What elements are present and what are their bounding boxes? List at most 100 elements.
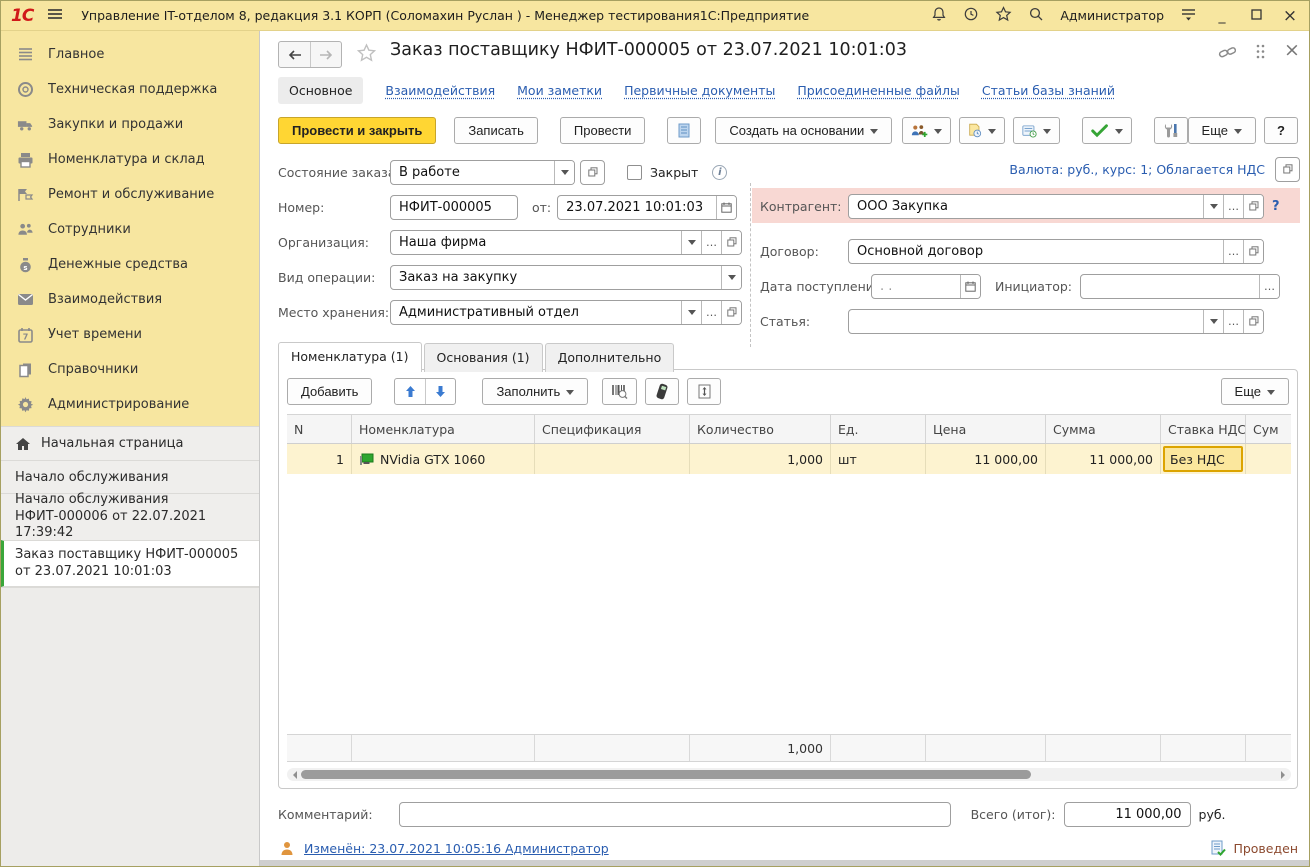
article-select[interactable]: … xyxy=(848,309,1264,334)
notifications-icon[interactable] xyxy=(931,6,947,26)
favorite-star-icon[interactable] xyxy=(356,43,377,67)
cell-nomenclature[interactable]: NVidia GTX 1060 xyxy=(351,444,534,474)
column-header-specification[interactable]: Спецификация xyxy=(534,415,689,443)
closed-checkbox[interactable] xyxy=(627,165,642,180)
cell-n[interactable]: 1 xyxy=(287,444,351,474)
sidebar-item-support[interactable]: Техническая поддержка xyxy=(1,72,259,107)
move-down-button[interactable] xyxy=(425,379,455,404)
tab-additional[interactable]: Дополнительно xyxy=(545,343,675,372)
barcode-search-button[interactable] xyxy=(602,378,637,405)
favorites-icon[interactable] xyxy=(995,6,1012,26)
add-row-button[interactable]: Добавить xyxy=(287,378,372,405)
sidebar-item-interactions[interactable]: Взаимодействия xyxy=(1,282,259,317)
subordination-structure-button[interactable] xyxy=(667,117,701,144)
open-currency-button[interactable] xyxy=(1275,157,1300,182)
scroll-right-arrow[interactable] xyxy=(1281,771,1289,779)
open-state-button[interactable] xyxy=(580,160,605,185)
selected-cell[interactable]: Без НДС xyxy=(1163,446,1243,472)
column-header-vat-amount[interactable]: Сум xyxy=(1245,415,1291,443)
contract-select[interactable]: Основной договор … xyxy=(848,239,1264,264)
sidebar-item-main[interactable]: Главное xyxy=(1,37,259,72)
storage-select[interactable]: Административный отдел … xyxy=(390,300,742,325)
tab-primary-documents[interactable]: Первичные документы xyxy=(624,83,775,98)
number-input[interactable]: НФИТ-000005 xyxy=(390,195,518,220)
sidebar-item-administration[interactable]: Администрирование xyxy=(1,387,259,422)
choose-button[interactable]: … xyxy=(701,301,721,324)
sidebar-item-purchases[interactable]: Закупки и продажи xyxy=(1,107,259,142)
column-header-vat-rate[interactable]: Ставка НДС xyxy=(1160,415,1245,443)
sidebar-item-repair[interactable]: Ремонт и обслуживание xyxy=(1,177,259,212)
dropdown-button[interactable] xyxy=(681,231,701,254)
sidebar-item-employees[interactable]: Сотрудники xyxy=(1,212,259,247)
post-button[interactable]: Провести xyxy=(560,117,646,144)
date-input[interactable]: 23.07.2021 10:01:03 xyxy=(557,195,737,220)
dropdown-button[interactable] xyxy=(1203,310,1223,333)
tab-attached-files[interactable]: Присоединенные файлы xyxy=(797,83,960,98)
tab-main[interactable]: Основное xyxy=(278,77,363,104)
tab-nomenclature[interactable]: Номенклатура (1) xyxy=(278,342,422,372)
currency-link[interactable]: Валюта: руб., курс: 1; Облагается НДС xyxy=(1009,162,1265,177)
choose-button[interactable]: … xyxy=(1223,310,1243,333)
sidebar-item-money[interactable]: s Денежные средства xyxy=(1,247,259,282)
open-button[interactable] xyxy=(1243,310,1263,333)
check-availability-button[interactable] xyxy=(1082,117,1131,144)
choose-button[interactable]: … xyxy=(1259,275,1279,298)
create-based-on-button[interactable]: Создать на основании xyxy=(715,117,892,144)
modified-link[interactable]: Изменён: 23.07.2021 10:05:16 Администрат… xyxy=(304,841,609,856)
choose-button[interactable]: … xyxy=(1223,240,1243,263)
contractor-select[interactable]: ООО Закупка … xyxy=(848,194,1264,219)
dropdown-button[interactable] xyxy=(1203,195,1223,218)
create-document-button[interactable] xyxy=(959,117,1005,144)
help-button[interactable]: ? xyxy=(1264,117,1298,144)
comment-input[interactable] xyxy=(399,802,951,827)
contractor-help-link[interactable]: ? xyxy=(1272,199,1280,214)
open-button[interactable] xyxy=(1243,195,1263,218)
fill-button[interactable]: Заполнить xyxy=(482,378,588,405)
cell-price[interactable]: 11 000,00 xyxy=(925,444,1045,474)
horizontal-scrollbar[interactable] xyxy=(287,768,1291,781)
column-header-nomenclature[interactable]: Номенклатура xyxy=(351,415,534,443)
search-icon[interactable] xyxy=(1028,6,1044,26)
data-terminal-button[interactable] xyxy=(645,378,679,405)
initiator-input[interactable]: … xyxy=(1080,274,1280,299)
create-task-button[interactable] xyxy=(1013,117,1060,144)
sidebar-tab-order-000005[interactable]: Заказ поставщику НФИТ-000005 от 23.07.20… xyxy=(1,540,259,587)
maximize-button[interactable] xyxy=(1247,8,1265,24)
table-more-button[interactable]: Еще xyxy=(1221,378,1289,405)
tab-knowledge-base[interactable]: Статьи базы знаний xyxy=(982,83,1115,98)
sidebar-tab-service-000006[interactable]: Начало обслуживания НФИТ-000006 от 22.07… xyxy=(1,493,259,540)
post-and-close-button[interactable]: Провести и закрыть xyxy=(278,117,436,144)
cell-amount[interactable]: 11 000,00 xyxy=(1045,444,1160,474)
sidebar-tab-service-start[interactable]: Начало обслуживания xyxy=(1,460,259,493)
column-header-amount[interactable]: Сумма xyxy=(1045,415,1160,443)
toggle-height-button[interactable] xyxy=(687,378,721,405)
dropdown-button[interactable] xyxy=(554,161,574,184)
receipt-date-input[interactable]: . . xyxy=(871,274,981,299)
close-window-button[interactable]: × xyxy=(1281,6,1299,26)
dropdown-button[interactable] xyxy=(681,301,701,324)
choose-button[interactable]: … xyxy=(701,231,721,254)
open-button[interactable] xyxy=(721,301,741,324)
sidebar-item-timesheet[interactable]: 7 Учет времени xyxy=(1,317,259,352)
column-header-quantity[interactable]: Количество xyxy=(689,415,830,443)
scrollbar-thumb[interactable] xyxy=(301,770,1031,779)
more-dots-icon[interactable] xyxy=(1256,44,1265,63)
back-button[interactable] xyxy=(279,42,310,67)
open-button[interactable] xyxy=(721,231,741,254)
service-menu-icon[interactable] xyxy=(1180,7,1197,25)
tab-interactions[interactable]: Взаимодействия xyxy=(385,83,495,98)
operation-type-select[interactable]: Заказ на закупку xyxy=(390,265,742,290)
scroll-left-arrow[interactable] xyxy=(289,771,297,779)
service-tools-button[interactable] xyxy=(1154,117,1188,144)
sidebar-item-references[interactable]: Справочники xyxy=(1,352,259,387)
choose-button[interactable]: … xyxy=(1223,195,1243,218)
more-button[interactable]: Еще xyxy=(1188,117,1256,144)
move-up-button[interactable] xyxy=(395,379,425,404)
calendar-picker-button[interactable] xyxy=(960,275,980,298)
column-header-n[interactable]: N xyxy=(287,415,351,443)
main-menu-icon[interactable] xyxy=(47,8,63,24)
current-user[interactable]: Администратор xyxy=(1060,8,1164,23)
tab-my-notes[interactable]: Мои заметки xyxy=(517,83,602,98)
create-interaction-button[interactable] xyxy=(902,117,951,144)
table-row[interactable]: 1 NVidia GTX 1060 1,000 шт 11 000,00 11 … xyxy=(287,444,1291,474)
